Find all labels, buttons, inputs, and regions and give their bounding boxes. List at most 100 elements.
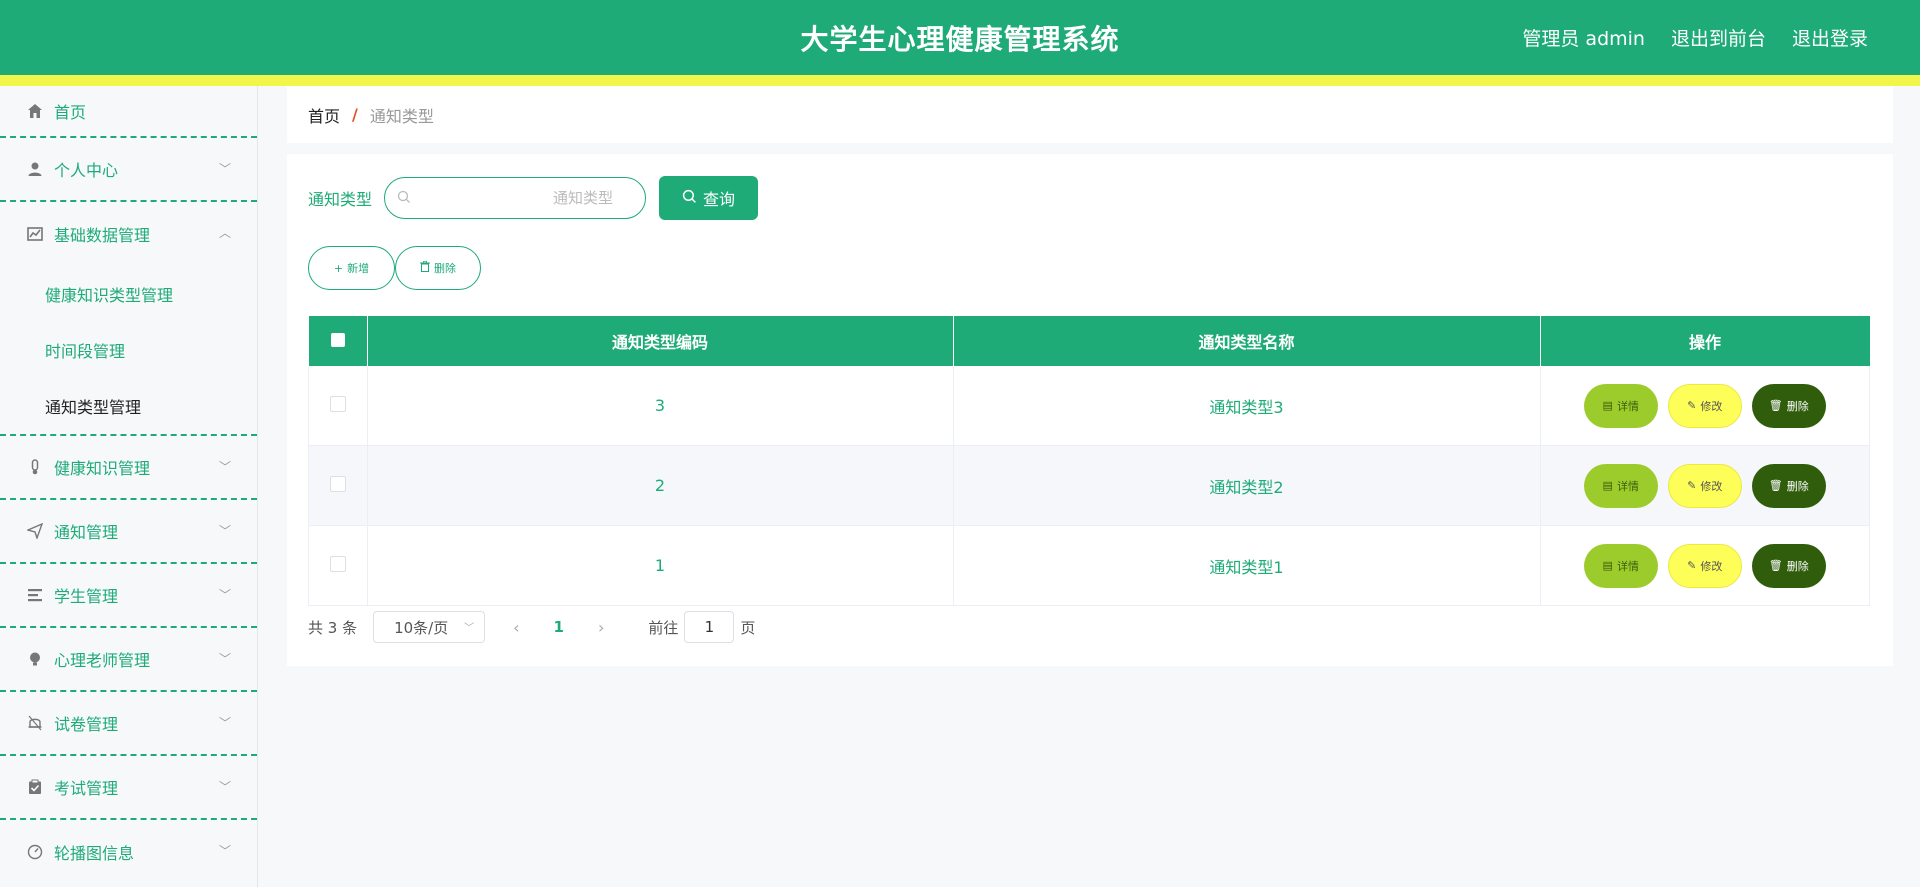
query-button-label: 查询 bbox=[703, 190, 736, 209]
document-icon: ▤ bbox=[1602, 559, 1613, 572]
basic-data-submenu: 健康知识类型管理 时间段管理 通知类型管理 bbox=[0, 266, 257, 436]
detail-button[interactable]: ▤ 详情 bbox=[1583, 543, 1658, 588]
bulb-icon bbox=[26, 650, 44, 668]
sidebar-item-label: 学生管理 bbox=[54, 587, 119, 606]
table-row: 1 通知类型1 ▤ 详情 ✎ 修改 🗑 删除 bbox=[308, 525, 1870, 606]
delete-button[interactable]: 🗑 删除 bbox=[1751, 543, 1826, 588]
cell-code: 1 bbox=[367, 525, 954, 606]
plus-icon: + bbox=[333, 261, 344, 275]
page-number-current[interactable]: 1 bbox=[554, 618, 564, 636]
bell-icon bbox=[26, 714, 44, 732]
prev-page-button[interactable]: ‹ bbox=[513, 618, 519, 637]
search-input[interactable] bbox=[411, 188, 616, 208]
sidebar-item-label: 考试管理 bbox=[54, 779, 119, 798]
edit-button[interactable]: ✎ 修改 bbox=[1667, 463, 1742, 508]
detail-label: 详情 bbox=[1616, 399, 1639, 413]
exit-to-frontend-link[interactable]: 退出到前台 bbox=[1671, 24, 1766, 51]
sidebar-item-exam-paper[interactable]: 试卷管理 ﹀ bbox=[0, 692, 257, 756]
batch-delete-label: 删除 bbox=[434, 262, 456, 275]
sidebar-item-label: 心理老师管理 bbox=[54, 651, 151, 670]
sidebar-item-personal-center[interactable]: 个人中心 ﹀ bbox=[0, 138, 257, 202]
sidebar-subitem-time-slot[interactable]: 时间段管理 bbox=[0, 322, 257, 378]
gauge-icon bbox=[26, 843, 44, 861]
row-checkbox[interactable] bbox=[329, 395, 346, 412]
send-icon bbox=[26, 522, 44, 540]
detail-button[interactable]: ▤ 详情 bbox=[1583, 383, 1658, 428]
query-button[interactable]: 查询 bbox=[659, 176, 759, 220]
pencil-icon: ✎ bbox=[1687, 479, 1697, 492]
edit-button[interactable]: ✎ 修改 bbox=[1667, 543, 1742, 588]
sidebar-subitem-notice-type[interactable]: 通知类型管理 bbox=[0, 378, 257, 434]
sidebar-subitem-health-knowledge-type[interactable]: 健康知识类型管理 bbox=[0, 266, 257, 322]
add-button[interactable]: + 新增 bbox=[308, 246, 395, 290]
row-checkbox[interactable] bbox=[329, 475, 346, 492]
search-label: 通知类型 bbox=[308, 190, 373, 209]
header-stripe bbox=[0, 75, 1920, 86]
breadcrumb-current: 通知类型 bbox=[369, 106, 434, 126]
sidebar-item-carousel[interactable]: 轮播图信息 ﹀ bbox=[0, 820, 257, 884]
search-input-wrapper bbox=[384, 177, 647, 219]
admin-user-link[interactable]: 管理员 admin bbox=[1522, 24, 1645, 51]
sidebar-item-label: 试卷管理 bbox=[54, 715, 119, 734]
clipboard-icon bbox=[26, 778, 44, 796]
cell-name: 通知类型3 bbox=[953, 366, 1541, 446]
chevron-down-icon: ﹀ bbox=[218, 716, 231, 730]
pagination-total: 共 3 条 bbox=[308, 618, 358, 637]
table-header-row: 通知类型编码 通知类型名称 操作 bbox=[308, 316, 1870, 366]
cell-actions: ▤ 详情 ✎ 修改 🗑 删除 bbox=[1540, 525, 1870, 606]
search-row: 通知类型 查询 bbox=[308, 176, 759, 220]
top-header: 大学生心理健康管理系统 管理员 admin 退出到前台 退出登录 bbox=[0, 0, 1920, 75]
trash-icon: 🗑 bbox=[1768, 479, 1783, 492]
trash-icon: 🗑 bbox=[1768, 559, 1783, 572]
next-page-button[interactable]: › bbox=[598, 618, 604, 637]
sidebar-item-label: 个人中心 bbox=[54, 161, 119, 180]
action-row: + 新增 删除 bbox=[308, 246, 481, 290]
edit-button[interactable]: ✎ 修改 bbox=[1667, 383, 1742, 428]
row-checkbox-cell bbox=[308, 366, 368, 446]
goto-page-input[interactable] bbox=[684, 611, 735, 643]
row-checkbox-cell bbox=[308, 445, 368, 526]
detail-label: 详情 bbox=[1616, 559, 1639, 573]
goto-label: 前往 bbox=[648, 618, 679, 637]
delete-label: 删除 bbox=[1786, 559, 1809, 573]
thermometer-icon bbox=[26, 458, 44, 476]
detail-label: 详情 bbox=[1616, 479, 1639, 493]
edit-label: 修改 bbox=[1700, 479, 1723, 493]
sidebar-item-basic-data[interactable]: 基础数据管理 ︿ bbox=[0, 202, 257, 266]
cell-name: 通知类型1 bbox=[953, 525, 1541, 606]
row-checkbox[interactable] bbox=[329, 555, 346, 572]
column-header-name: 通知类型名称 bbox=[953, 316, 1541, 366]
sidebar-item-health-knowledge[interactable]: 健康知识管理 ﹀ bbox=[0, 436, 257, 500]
cell-code: 2 bbox=[367, 445, 954, 526]
row-checkbox-cell bbox=[308, 525, 368, 606]
list-icon bbox=[26, 586, 44, 604]
chevron-down-icon: ﹀ bbox=[218, 162, 231, 176]
sidebar-item-notice[interactable]: 通知管理 ﹀ bbox=[0, 500, 257, 564]
detail-button[interactable]: ▤ 详情 bbox=[1583, 463, 1658, 508]
sidebar-item-label: 基础数据管理 bbox=[54, 226, 151, 245]
sidebar-item-label: 轮播图信息 bbox=[54, 844, 135, 863]
sidebar-item-home[interactable]: 首页 bbox=[0, 86, 257, 138]
page-size-select[interactable]: 10条/页 ﹀ bbox=[373, 611, 486, 643]
breadcrumb-home[interactable]: 首页 bbox=[308, 103, 340, 127]
logout-link[interactable]: 退出登录 bbox=[1792, 24, 1868, 51]
sidebar-item-label: 通知管理 bbox=[54, 523, 119, 542]
sidebar-item-teacher[interactable]: 心理老师管理 ﹀ bbox=[0, 628, 257, 692]
pagination: 共 3 条 10条/页 ﹀ ‹ 1 › 前往 页 bbox=[308, 611, 755, 643]
sidebar-item-label: 首页 bbox=[54, 103, 87, 122]
search-icon bbox=[397, 189, 411, 208]
table-row: 2 通知类型2 ▤ 详情 ✎ 修改 🗑 删除 bbox=[308, 445, 1870, 526]
select-all-checkbox[interactable] bbox=[330, 332, 345, 347]
delete-button[interactable]: 🗑 删除 bbox=[1751, 383, 1826, 428]
delete-button[interactable]: 🗑 删除 bbox=[1751, 463, 1826, 508]
add-button-label: 新增 bbox=[347, 262, 370, 275]
sidebar-item-label: 健康知识管理 bbox=[54, 459, 151, 478]
chevron-down-icon: ﹀ bbox=[218, 524, 231, 538]
sidebar-item-student[interactable]: 学生管理 ﹀ bbox=[0, 564, 257, 628]
chevron-down-icon: ﹀ bbox=[218, 780, 231, 794]
sidebar-item-exam[interactable]: 考试管理 ﹀ bbox=[0, 756, 257, 820]
cell-code: 3 bbox=[367, 366, 954, 446]
delete-label: 删除 bbox=[1786, 479, 1809, 493]
edit-label: 修改 bbox=[1700, 559, 1723, 573]
batch-delete-button[interactable]: 删除 bbox=[395, 246, 481, 290]
